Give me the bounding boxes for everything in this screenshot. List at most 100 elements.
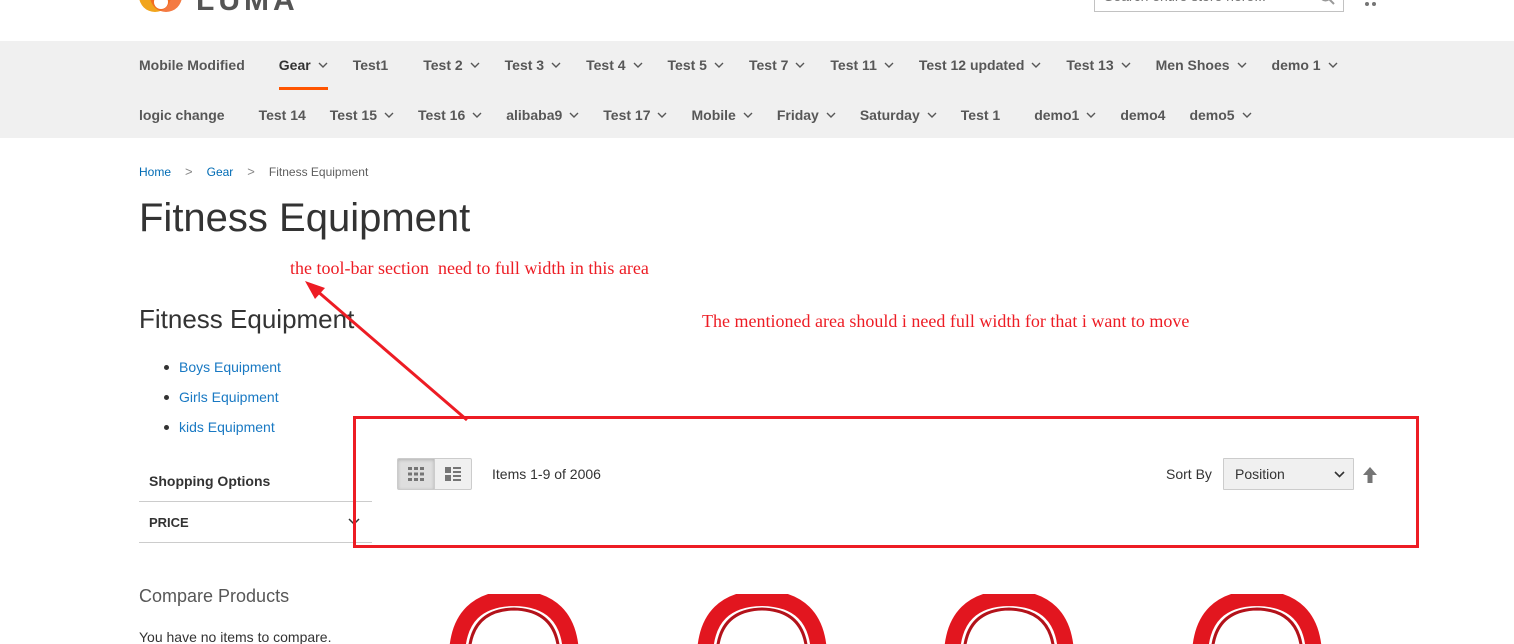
nav-item-demo5[interactable]: demo5 [1189,91,1252,139]
shopping-options-title: Shopping Options [139,460,372,502]
nav-item-label: Test 11 [830,57,877,73]
chevron-down-icon [1328,62,1338,68]
nav-item-label: Test1 [352,57,389,73]
chevron-down-icon [1121,62,1131,68]
product-image[interactable] [449,594,579,644]
page-title: Fitness Equipment [139,196,471,240]
nav-item-test-5[interactable]: Test 5 [668,41,724,89]
nav-item-label: Gear [278,57,311,73]
chevron-down-icon [1031,62,1041,68]
nav-item-demo-1[interactable]: demo 1 [1272,41,1338,89]
nav-item-logic-change[interactable]: logic change [139,91,225,139]
subcategory-item: kids Equipment [160,412,281,442]
chevron-down-icon [657,112,667,118]
chevron-down-icon [569,112,579,118]
search-box[interactable] [1094,0,1344,12]
breadcrumb-gear-link[interactable]: Gear [207,165,234,179]
nav-item-test-1[interactable]: Test 1 [961,91,1000,139]
logo-text: LUMA [196,0,299,17]
nav-row-1: Mobile Modified Gear Test1 Test 2 Test 3 Test… [139,41,1338,90]
chevron-down-icon [927,112,937,118]
nav-item-test-7[interactable]: Test 7 [749,41,805,89]
nav-item-label: Test 1 [960,107,1001,123]
chevron-down-icon [1086,112,1096,118]
nav-item-label: demo 1 [1271,57,1321,73]
annotation-highlight-box [353,416,1419,548]
breadcrumb-separator: > [185,164,193,179]
chevron-down-icon [551,62,561,68]
breadcrumb: Home > Gear > Fitness Equipment [139,164,368,179]
nav-item-label: demo5 [1189,107,1235,123]
chevron-down-icon [470,62,480,68]
nav-item-saturday[interactable]: Saturday [860,91,937,139]
filter-price-label: PRICE [149,514,189,530]
nav-item-men-shoes[interactable]: Men Shoes [1156,41,1247,89]
nav-item-label: demo1 [1034,107,1080,123]
subcategory-link-kids[interactable]: kids Equipment [179,419,275,435]
nav-item-label: Test 16 [418,107,466,123]
search-input[interactable] [1095,0,1305,11]
nav-row-2: logic change Test 14 Test 15 Test 16 alibaba… [139,91,1252,139]
product-image[interactable] [697,594,827,644]
filter-price[interactable]: PRICE [139,502,372,543]
compare-empty-text: You have no items to compare. [139,629,332,644]
chevron-down-icon [714,62,724,68]
nav-item-label: alibaba9 [506,107,563,123]
nav-item-label: Test 2 [423,57,463,73]
main-navigation: Mobile Modified Gear Test1 Test 2 Test 3 Test… [0,41,1514,138]
nav-item-test-11[interactable]: Test 11 [830,41,894,89]
nav-item-label: Mobile [691,107,736,123]
sidebar-category-title: Fitness Equipment [139,304,355,334]
chevron-down-icon [795,62,805,68]
product-image[interactable] [1192,594,1322,644]
chevron-down-icon [1242,112,1252,118]
nav-item-label: Test 5 [667,57,707,73]
breadcrumb-current: Fitness Equipment [268,164,369,179]
chevron-down-icon [318,62,328,68]
nav-item-label: Test 7 [748,57,789,73]
search-icon[interactable] [1319,0,1335,5]
chevron-down-icon [384,112,394,118]
nav-item-label: Test 12 updated [918,57,1025,73]
annotation-note-2: The mentioned area should i need full wi… [702,311,1190,331]
nav-item-demo4[interactable]: demo4 [1120,91,1165,139]
nav-item-test-14[interactable]: Test 14 [259,91,306,139]
chevron-down-icon [472,112,482,118]
subcategory-item: Girls Equipment [160,382,281,412]
nav-item-demo1[interactable]: demo1 [1034,91,1096,139]
subcategory-link-girls[interactable]: Girls Equipment [179,389,279,405]
nav-item-test-3[interactable]: Test 3 [505,41,561,89]
nav-item-label: Test 15 [329,107,378,123]
nav-item-label: Friday [776,107,819,123]
nav-item-test-4[interactable]: Test 4 [586,41,643,89]
nav-item-test-2[interactable]: Test 2 [423,41,480,89]
nav-item-test-13[interactable]: Test 13 [1066,41,1131,89]
nav-item-gear[interactable]: Gear [278,41,328,90]
breadcrumb-home-link[interactable]: Home [139,165,171,179]
subcategory-link-boys[interactable]: Boys Equipment [179,359,281,375]
nav-item-label: Test 3 [504,57,545,73]
nav-item-label: Test 4 [586,57,626,73]
nav-item-label: Men Shoes [1155,57,1230,73]
chevron-down-icon [884,62,894,68]
nav-item-friday[interactable]: Friday [777,91,836,139]
product-image[interactable] [944,594,1074,644]
chevron-down-icon [1237,62,1247,68]
nav-item-test-12-updated[interactable]: Test 12 updated [919,41,1042,89]
luma-logo-icon[interactable] [139,0,183,16]
nav-item-label: logic change [139,107,225,123]
nav-item-mobile-modified[interactable]: Mobile Modified [139,41,245,89]
cart-icon[interactable] [1360,0,1380,8]
nav-item-test-15[interactable]: Test 15 [330,91,394,139]
compare-products-title: Compare Products [139,586,290,606]
nav-item-test1[interactable]: Test1 [353,41,389,89]
subcategory-list: Boys Equipment Girls Equipment kids Equi… [160,352,281,442]
nav-item-test-17[interactable]: Test 17 [603,91,667,139]
nav-item-mobile[interactable]: Mobile [691,91,753,139]
nav-item-test-16[interactable]: Test 16 [418,91,482,139]
nav-item-label: Mobile Modified [139,57,245,73]
nav-item-label: Test 14 [258,107,306,123]
nav-item-alibaba9[interactable]: alibaba9 [506,91,579,139]
chevron-down-icon [826,112,836,118]
shopping-options: Shopping Options PRICE [139,460,372,543]
